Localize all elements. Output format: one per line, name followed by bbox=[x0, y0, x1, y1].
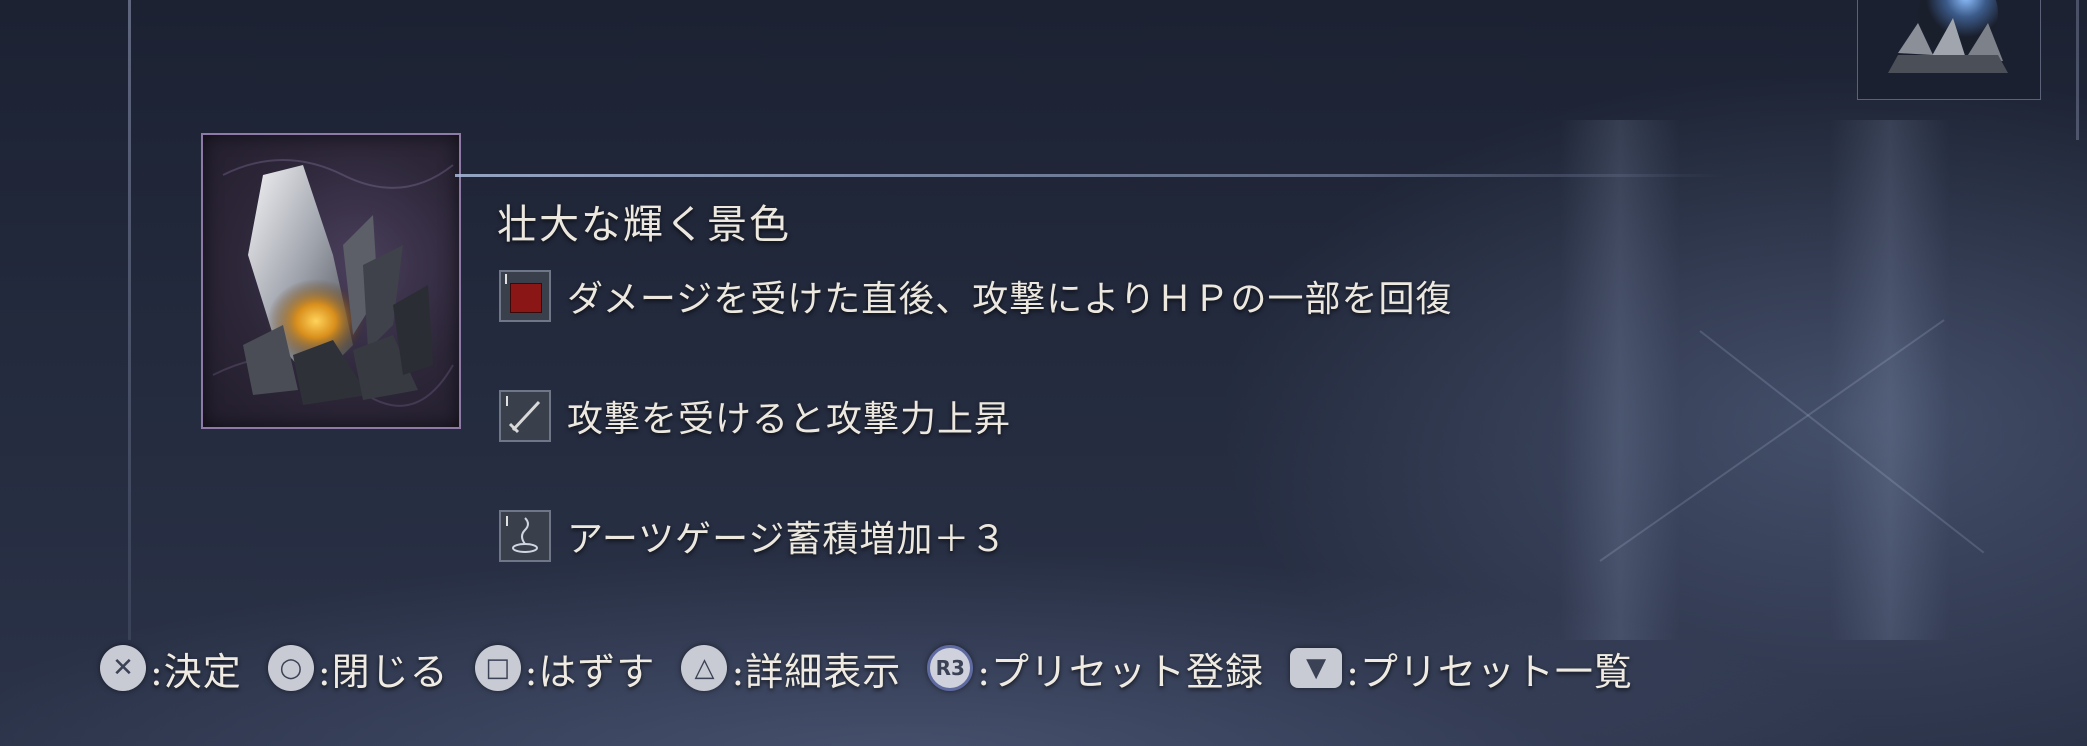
control-hint-bar: ✕ :決定 ○ :閉じる □ :はずす △ :詳細表示 R3 :プリセット登録 … bbox=[100, 640, 1659, 696]
effect-row: アーツゲージ蓄積増加＋３ bbox=[499, 510, 1007, 562]
cross-button-icon: ✕ bbox=[100, 645, 146, 691]
sword-attack-up-icon bbox=[499, 390, 551, 442]
title-divider bbox=[455, 174, 1725, 177]
blue-crystal-icon bbox=[1858, 0, 2040, 99]
dpad-down-icon: ▼ bbox=[1290, 648, 1343, 688]
effect-text: アーツゲージ蓄積増加＋３ bbox=[567, 519, 1008, 560]
effect-row: 攻撃を受けると攻撃力上昇 bbox=[499, 390, 1011, 442]
effect-text: 攻撃を受けると攻撃力上昇 bbox=[567, 399, 1012, 440]
square-button-icon: □ bbox=[474, 645, 521, 691]
hint-label: :プリセット一覧 bbox=[1346, 649, 1633, 694]
hint-label: :決定 bbox=[150, 649, 242, 694]
item-portrait bbox=[201, 133, 461, 429]
hint-details[interactable]: △ :詳細表示 bbox=[681, 641, 901, 696]
arts-gauge-icon bbox=[499, 510, 551, 562]
hint-close[interactable]: ○ :閉じる bbox=[267, 641, 449, 696]
background-light-beam bbox=[1560, 120, 1680, 640]
r3-button-icon: R3 bbox=[927, 645, 974, 691]
effect-row: ダメージを受けた直後、攻撃によりＨＰの一部を回復 bbox=[499, 270, 1452, 322]
circle-button-icon: ○ bbox=[267, 645, 314, 691]
background-light-beam bbox=[1830, 120, 1950, 640]
triangle-button-icon: △ bbox=[681, 645, 728, 691]
hint-preset-list[interactable]: ▼ :プリセット一覧 bbox=[1290, 641, 1633, 696]
equipped-slot-thumbnail[interactable] bbox=[1857, 0, 2041, 100]
crystal-shard-icon bbox=[212, 159, 454, 407]
effect-text: ダメージを受けた直後、攻撃によりＨＰの一部を回復 bbox=[567, 279, 1453, 320]
hint-label: :閉じる bbox=[317, 649, 449, 694]
hint-remove[interactable]: □ :はずす bbox=[474, 641, 656, 696]
panel-frame-line-right bbox=[2076, 0, 2079, 140]
hint-confirm[interactable]: ✕ :決定 bbox=[100, 641, 242, 696]
hint-label: :プリセット登録 bbox=[977, 649, 1265, 694]
panel-frame-line bbox=[128, 0, 131, 640]
hint-label: :詳細表示 bbox=[731, 649, 902, 694]
hint-preset-register[interactable]: R3 :プリセット登録 bbox=[927, 641, 1264, 696]
hint-label: :はずす bbox=[524, 649, 656, 694]
item-name: 壮大な輝く景色 bbox=[497, 202, 791, 248]
hp-recovery-icon bbox=[499, 270, 551, 322]
